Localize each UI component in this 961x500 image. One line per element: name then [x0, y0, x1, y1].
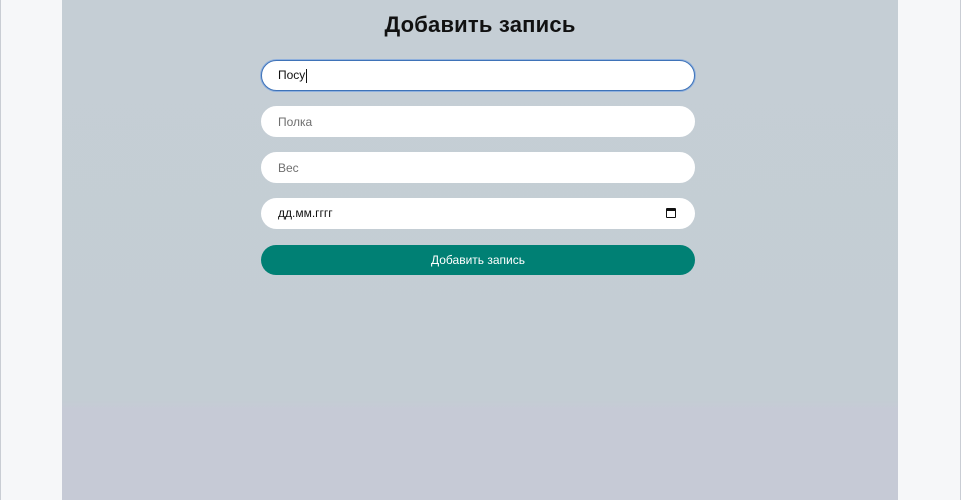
shelf-field[interactable]	[261, 106, 695, 137]
window-left-border	[0, 0, 1, 500]
form-panel: Добавить запись Посу дд.мм.гггг Добавить…	[62, 0, 898, 500]
name-field[interactable]: Посу	[261, 60, 695, 91]
calendar-icon[interactable]	[666, 208, 676, 218]
add-record-button[interactable]: Добавить запись	[261, 245, 695, 275]
app-window: Добавить запись Посу дд.мм.гггг Добавить…	[0, 0, 961, 500]
text-caret	[306, 68, 308, 83]
weight-field[interactable]	[261, 152, 695, 183]
page-title: Добавить запись	[384, 12, 576, 37]
date-field-placeholder: дд.мм.гггг	[278, 206, 333, 220]
name-field-value: Посу	[278, 68, 306, 82]
date-field[interactable]: дд.мм.гггг	[261, 198, 695, 229]
